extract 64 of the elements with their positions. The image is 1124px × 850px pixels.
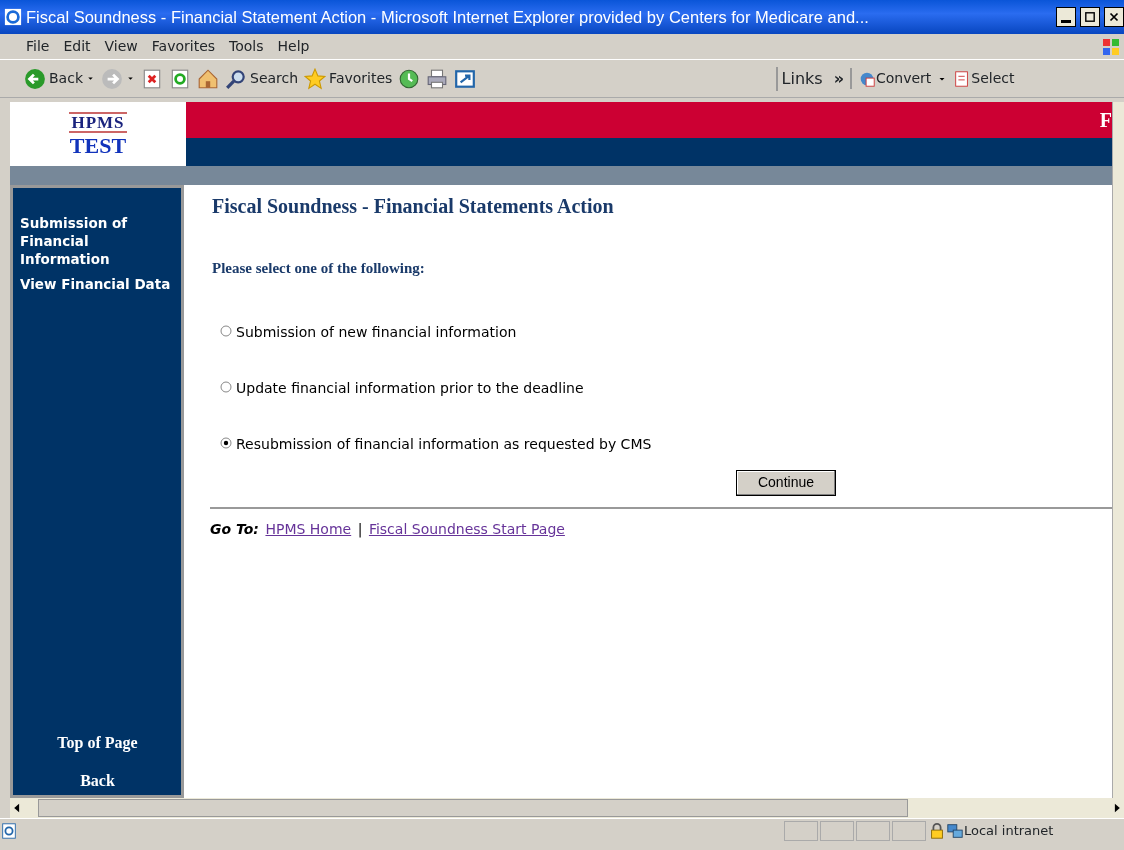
window-icon [454, 67, 477, 90]
sidebar-link[interactable]: Top of Page [57, 731, 138, 755]
menu-item[interactable]: View [104, 36, 138, 57]
link[interactable]: HPMS Home [265, 518, 352, 540]
minimize-button[interactable] [1056, 7, 1076, 27]
link-separator: | [357, 519, 363, 540]
select-button[interactable]: Select [953, 68, 1015, 89]
chevron-button[interactable]: » [833, 66, 844, 91]
network-icon [946, 822, 964, 840]
home-icon [197, 67, 219, 90]
links-button[interactable]: Links [781, 66, 823, 91]
browser-icon [4, 8, 22, 26]
close-button[interactable] [1104, 7, 1124, 27]
status-pane [784, 821, 818, 841]
menu-item[interactable]: Favorites [151, 36, 216, 57]
close-icon [1107, 10, 1121, 24]
forward-icon [101, 67, 123, 90]
window-button[interactable] [454, 67, 477, 90]
refresh-button[interactable] [169, 67, 191, 90]
radio-button[interactable] [220, 324, 232, 337]
back-icon [24, 67, 46, 90]
sidebar-link[interactable]: View Financial Data [20, 275, 175, 294]
window-title: Fiscal Soundness - Financial Statement Action - Microsoft Internet Explorer provided by Centers for Medicare and... [26, 6, 870, 28]
windows-flag-icon [1100, 37, 1121, 57]
status-pane [856, 821, 890, 841]
zone-label: Local intranet [964, 822, 1055, 841]
continue-button[interactable]: Continue [736, 469, 836, 496]
status-pane [892, 821, 926, 841]
printer-icon [426, 67, 449, 90]
menu-item[interactable]: Tools [229, 36, 264, 57]
search-icon [225, 67, 247, 90]
stop-icon [141, 67, 163, 90]
menu-item[interactable]: Help [277, 36, 310, 57]
option-label[interactable]: Update financial information prior to the deadline [236, 377, 584, 399]
prompt-text: Please select one of the following: [212, 259, 426, 278]
minimize-icon [1061, 19, 1071, 23]
maximize-button[interactable] [1080, 7, 1100, 27]
history-button[interactable] [398, 67, 421, 90]
search-button[interactable]: Search [225, 67, 299, 90]
stop-button[interactable] [141, 67, 163, 90]
refresh-icon [169, 67, 191, 90]
status-pane [820, 821, 854, 841]
convert-button[interactable]: Convert [858, 68, 932, 89]
star-icon [304, 67, 327, 90]
menu-item[interactable]: Edit [63, 36, 91, 57]
lock-icon [928, 822, 946, 840]
favorites-button[interactable]: Favorites [304, 67, 393, 90]
page-icon [0, 822, 18, 840]
goto-label: Go To: [210, 519, 259, 539]
radio-button[interactable] [220, 380, 232, 393]
link[interactable]: Fiscal Soundness Start Page [368, 518, 565, 540]
history-icon [398, 67, 421, 90]
maximize-icon [1083, 10, 1097, 24]
print-button[interactable] [426, 67, 449, 90]
page-heading: Fiscal Soundness - Financial Statements Action [212, 194, 615, 219]
menu-item[interactable]: File [26, 36, 50, 57]
back-button[interactable]: Back [24, 67, 95, 90]
sidebar-link[interactable]: Back [80, 769, 115, 793]
home-button[interactable] [197, 67, 219, 90]
sidebar-link[interactable]: Submission of Financial Information [20, 214, 175, 269]
option-label[interactable]: Resubmission of financial information as requested by CMS [236, 433, 652, 455]
option-label[interactable]: Submission of new financial information [236, 321, 517, 343]
radio-button[interactable] [220, 436, 232, 449]
banner-text: F [1099, 108, 1112, 133]
